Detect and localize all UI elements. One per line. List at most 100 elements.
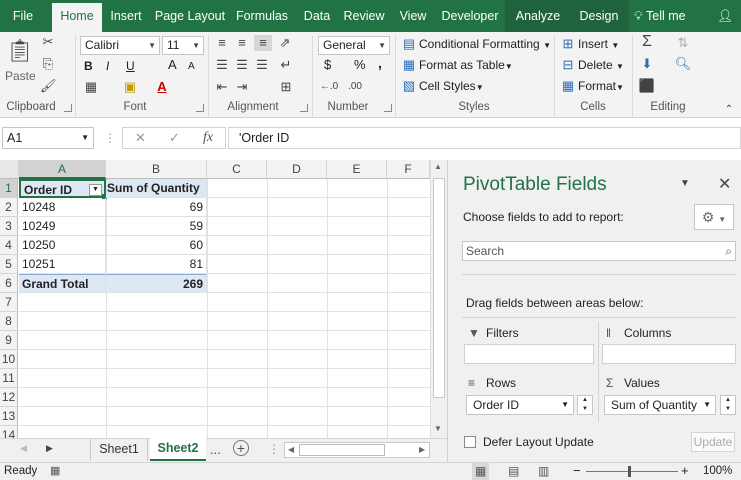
font-name-combo[interactable]: Calibri ▼	[80, 36, 160, 55]
tab-developer[interactable]: Developer	[438, 0, 502, 32]
tab-page-layout[interactable]: Page Layout	[152, 0, 228, 32]
number-launcher-icon[interactable]	[384, 104, 392, 112]
table-cell[interactable]: 10249	[19, 217, 106, 236]
row-header[interactable]: 9	[0, 331, 18, 350]
insert-cells-button[interactable]: Insert ▼	[578, 36, 619, 54]
name-box[interactable]: A1 ▼	[2, 127, 94, 149]
scroll-up-icon[interactable]: ▲	[434, 162, 442, 171]
zoom-slider-thumb[interactable]	[628, 466, 631, 477]
row-header[interactable]: 12	[0, 388, 18, 407]
table-cell[interactable]: 60	[106, 236, 207, 255]
table-cell[interactable]: 59	[106, 217, 207, 236]
zoom-level[interactable]: 100%	[703, 463, 732, 480]
more-sheets-button[interactable]: ...	[210, 442, 221, 457]
tab-formulas[interactable]: Formulas	[232, 0, 292, 32]
update-button[interactable]: Update	[691, 432, 735, 452]
zoom-in-button[interactable]: +	[681, 462, 689, 479]
column-header-e[interactable]: E	[327, 160, 387, 179]
insert-function-icon[interactable]: fx	[203, 130, 213, 146]
search-input[interactable]: Search ⌕	[462, 241, 736, 261]
copy-icon[interactable]: ⎘	[40, 56, 56, 72]
font-color-icon[interactable]: A	[154, 79, 170, 95]
collapse-ribbon-icon[interactable]: ⌃	[722, 102, 736, 118]
filter-dropdown-icon[interactable]: ▼	[89, 184, 102, 196]
comma-style-button[interactable]: ,	[378, 55, 382, 71]
pivot-header-order-id[interactable]: Order ID ▼	[19, 179, 106, 198]
sort-filter-icon[interactable]: ⇅	[672, 35, 694, 51]
percent-button[interactable]: %	[354, 57, 366, 73]
scroll-down-icon[interactable]: ▼	[434, 424, 442, 433]
scroll-thumb[interactable]	[433, 178, 445, 398]
row-header[interactable]: 1	[0, 179, 18, 198]
tab-design[interactable]: Design	[574, 0, 624, 32]
column-header-f[interactable]: F	[387, 160, 430, 179]
sheet-tab-sheet2[interactable]: Sheet2	[150, 438, 206, 461]
rows-field-order-id[interactable]: Order ID ▼	[466, 395, 574, 415]
format-cells-button[interactable]: Format▼	[578, 78, 624, 96]
cell-styles-button[interactable]: Cell Styles▼	[419, 78, 484, 96]
table-cell[interactable]: 10250	[19, 236, 106, 255]
font-launcher-icon[interactable]	[196, 104, 204, 112]
row-header[interactable]: 3	[0, 217, 18, 236]
increase-decimal-icon[interactable]: ←.0	[318, 79, 340, 95]
select-all-corner[interactable]	[0, 160, 19, 179]
cut-icon[interactable]: ✂	[40, 34, 56, 50]
font-size-combo[interactable]: 11 ▼	[162, 36, 204, 55]
align-center-icon[interactable]: ☰	[234, 57, 250, 73]
row-header[interactable]: 14	[0, 426, 18, 438]
tab-analyze[interactable]: Analyze	[510, 0, 566, 32]
gear-icon[interactable]: ⚙ ▼	[694, 204, 734, 230]
table-cell[interactable]: 10248	[19, 198, 106, 217]
borders-icon[interactable]: ▦	[82, 79, 100, 95]
paste-icon[interactable]: 📋︎	[6, 36, 34, 66]
underline-button[interactable]: U	[126, 58, 135, 74]
row-header[interactable]: 2	[0, 198, 18, 217]
tell-me-box[interactable]: 💡︎ Tell me	[634, 0, 702, 32]
italic-button[interactable]: I	[106, 58, 109, 74]
clipboard-launcher-icon[interactable]	[64, 104, 72, 112]
row-header[interactable]: 13	[0, 407, 18, 426]
grand-total-value[interactable]: 269	[106, 274, 207, 293]
tab-splitter-icon[interactable]: ⋮	[268, 442, 280, 456]
formula-bar-splitter-icon[interactable]: ⋮	[104, 131, 116, 145]
row-header[interactable]: 8	[0, 312, 18, 331]
autosum-icon[interactable]: Σ	[638, 34, 656, 50]
delete-cells-button[interactable]: Delete ▼	[578, 57, 624, 75]
share-icon[interactable]: 👤︎	[712, 0, 738, 32]
columns-drop-area[interactable]	[602, 344, 736, 364]
number-format-combo[interactable]: General ▼	[318, 36, 390, 55]
fill-color-icon[interactable]: ▣	[120, 79, 140, 95]
defer-layout-checkbox[interactable]	[464, 436, 476, 448]
wrap-text-icon[interactable]: ↵	[276, 57, 296, 73]
scroll-left-icon[interactable]: ◀	[288, 445, 294, 454]
bold-button[interactable]: B	[84, 58, 93, 74]
add-sheet-icon[interactable]: +	[233, 440, 249, 456]
values-field-sum-quantity[interactable]: Sum of Quantity ▼	[604, 395, 716, 415]
alignment-launcher-icon[interactable]	[300, 104, 308, 112]
grow-font-button[interactable]: A	[168, 57, 177, 73]
column-header-d[interactable]: D	[267, 160, 327, 179]
page-layout-view-icon[interactable]: ▤	[508, 463, 519, 480]
pivot-header-sum-quantity[interactable]: Sum of Quantity	[106, 179, 207, 198]
page-break-view-icon[interactable]: ▥	[538, 463, 549, 480]
row-header[interactable]: 4	[0, 236, 18, 255]
align-bottom-icon[interactable]: ≡	[254, 35, 272, 51]
cancel-icon[interactable]: ✕	[135, 130, 146, 146]
filters-drop-area[interactable]	[464, 344, 594, 364]
zoom-out-button[interactable]: −	[573, 462, 581, 479]
move-stepper-icon[interactable]: ▲ ▼	[720, 395, 736, 415]
enter-icon[interactable]: ✓	[169, 130, 180, 146]
column-header-c[interactable]: C	[207, 160, 267, 179]
format-as-table-button[interactable]: Format as Table▼	[419, 57, 513, 75]
tab-file[interactable]: File	[4, 0, 42, 32]
table-cell[interactable]: 69	[106, 198, 207, 217]
align-middle-icon[interactable]: ≡	[234, 35, 250, 51]
decrease-indent-icon[interactable]: ⇤	[214, 79, 230, 95]
scroll-right-icon[interactable]: ▶	[419, 445, 425, 454]
sheet-tab-sheet1[interactable]: Sheet1	[90, 439, 148, 461]
align-left-icon[interactable]: ☰	[214, 57, 230, 73]
format-painter-icon[interactable]: 🖌︎	[40, 78, 57, 94]
row-header[interactable]: 6	[0, 274, 18, 293]
normal-view-icon[interactable]: ▦	[472, 463, 490, 480]
tab-review[interactable]: Review	[340, 0, 388, 32]
